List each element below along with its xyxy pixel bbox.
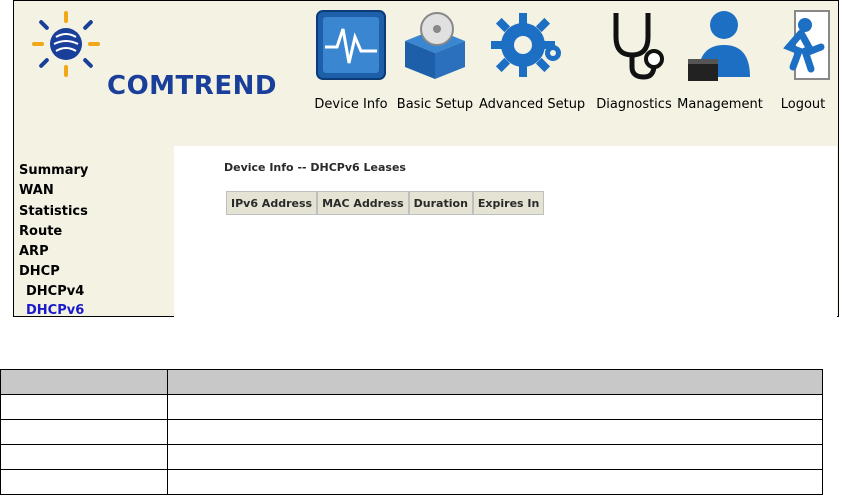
nav-label-device-info: Device Info [314,97,388,112]
document-table-row [0,419,823,445]
top-header: COMTREND Device Info Basic Setup Advance… [14,1,838,146]
router-ui-frame: COMTREND Device Info Basic Setup Advance… [13,0,839,318]
sidebar-item-statistics[interactable]: Statistics [19,204,88,219]
nav-label-diagnostics: Diagnostics [596,97,672,112]
sidebar-item-route[interactable]: Route [19,224,62,239]
nav-advanced-setup[interactable]: Advanced Setup [479,7,585,112]
nav-label-logout: Logout [780,97,826,112]
sidebar-item-wan[interactable]: WAN [19,183,54,198]
user-icon [688,11,750,81]
table-header-row: IPv6 Address MAC Address Duration Expire… [226,191,545,215]
sidebar-item-dhcpv4[interactable]: DHCPv4 [26,284,84,299]
col-mac-address: MAC Address [317,191,409,215]
document-table-row [0,444,823,470]
nav-label-basic-setup: Basic Setup [396,97,474,112]
sun-logo-icon [32,11,100,77]
stethoscope-icon [613,13,664,80]
nav-device-info[interactable]: Device Info [311,7,391,112]
col-duration: Duration [408,191,473,215]
nav-label-advanced-setup: Advanced Setup [479,97,586,112]
sidebar-item-summary[interactable]: Summary [19,163,88,178]
nav-diagnostics[interactable]: Diagnostics [596,7,672,112]
gear-icon [490,13,561,77]
nav-label-management: Management [677,97,763,112]
sidebar-item-dhcpv6[interactable]: DHCPv6 [26,303,84,318]
brand-name: COMTREND [107,71,277,101]
document-table-row [0,469,823,495]
document-table-row [0,394,823,420]
device-info-icon [316,10,386,80]
logout-icon [783,10,830,80]
page-title: Device Info -- DHCPv6 Leases [224,161,406,174]
document-table [0,369,823,495]
document-header-cell [167,369,823,395]
sidebar-item-dhcp[interactable]: DHCP [19,264,60,279]
basic-setup-icon [405,12,465,79]
comtrend-logo: COMTREND [26,9,286,104]
col-expires-in: Expires In [472,191,545,215]
sidebar-item-arp[interactable]: ARP [19,244,49,259]
dhcpv6-leases-table: IPv6 Address MAC Address Duration Expire… [226,191,545,215]
document-header-cell [0,369,168,395]
sidebar: Summary WAN Statistics Route ARP DHCP DH… [14,146,174,318]
col-ipv6-address: IPv6 Address [226,191,318,215]
document-table-header [0,369,823,395]
nav-logout[interactable]: Logout [768,7,838,112]
nav-management[interactable]: Management [676,7,764,112]
main-content: Device Info -- DHCPv6 Leases IPv6 Addres… [174,146,837,317]
nav-basic-setup[interactable]: Basic Setup [395,7,475,112]
